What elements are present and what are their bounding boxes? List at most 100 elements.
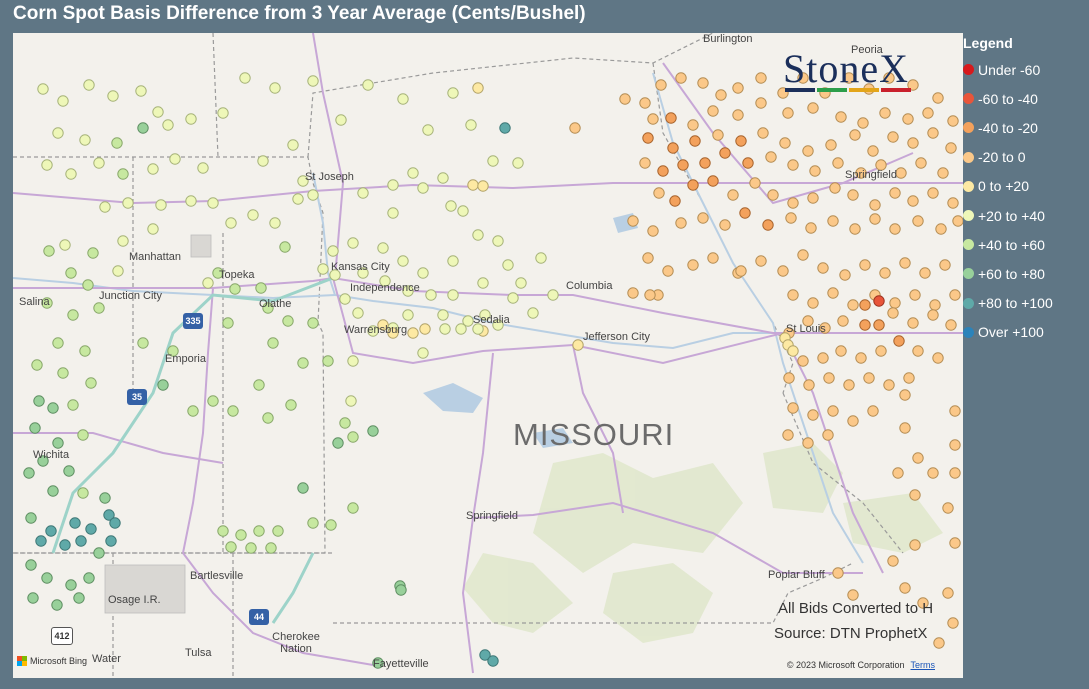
bing-attribution[interactable]: Microsoft Bing bbox=[17, 656, 87, 666]
bid-point[interactable] bbox=[847, 189, 859, 201]
bid-point[interactable] bbox=[257, 155, 269, 167]
bid-point[interactable] bbox=[327, 245, 339, 257]
bid-point[interactable] bbox=[675, 72, 687, 84]
bid-point[interactable] bbox=[839, 269, 851, 281]
bid-point[interactable] bbox=[93, 157, 105, 169]
bid-point[interactable] bbox=[707, 105, 719, 117]
bid-point[interactable] bbox=[909, 289, 921, 301]
bid-point[interactable] bbox=[527, 307, 539, 319]
bid-point[interactable] bbox=[287, 139, 299, 151]
bid-point[interactable] bbox=[942, 587, 954, 599]
bid-point[interactable] bbox=[952, 215, 963, 227]
bid-point[interactable] bbox=[939, 259, 951, 271]
bid-point[interactable] bbox=[909, 539, 921, 551]
bid-point[interactable] bbox=[715, 89, 727, 101]
bid-point[interactable] bbox=[422, 124, 434, 136]
bid-point[interactable] bbox=[57, 95, 69, 107]
bid-point[interactable] bbox=[402, 309, 414, 321]
bid-point[interactable] bbox=[777, 265, 789, 277]
bid-point[interactable] bbox=[397, 93, 409, 105]
bid-point[interactable] bbox=[297, 482, 309, 494]
bid-point[interactable] bbox=[245, 542, 257, 554]
bid-point[interactable] bbox=[325, 519, 337, 531]
bid-point[interactable] bbox=[889, 187, 901, 199]
bid-point[interactable] bbox=[735, 135, 747, 147]
bid-point[interactable] bbox=[535, 252, 547, 264]
bid-point[interactable] bbox=[335, 114, 347, 126]
bid-point[interactable] bbox=[912, 345, 924, 357]
bid-point[interactable] bbox=[947, 197, 959, 209]
bid-point[interactable] bbox=[719, 219, 731, 231]
bid-point[interactable] bbox=[662, 265, 674, 277]
bid-point[interactable] bbox=[895, 167, 907, 179]
bid-point[interactable] bbox=[59, 239, 71, 251]
bid-point[interactable] bbox=[809, 165, 821, 177]
bid-point[interactable] bbox=[803, 379, 815, 391]
bid-point[interactable] bbox=[677, 159, 689, 171]
bid-point[interactable] bbox=[665, 112, 677, 124]
bid-point[interactable] bbox=[162, 119, 174, 131]
bid-point[interactable] bbox=[755, 72, 767, 84]
bid-point[interactable] bbox=[847, 299, 859, 311]
bid-point[interactable] bbox=[33, 395, 45, 407]
bid-point[interactable] bbox=[779, 137, 791, 149]
bid-point[interactable] bbox=[849, 223, 861, 235]
bid-point[interactable] bbox=[719, 147, 731, 159]
bid-point[interactable] bbox=[569, 122, 581, 134]
legend-item[interactable]: +20 to +40 bbox=[963, 201, 1087, 230]
bid-point[interactable] bbox=[229, 283, 241, 295]
bid-point[interactable] bbox=[367, 425, 379, 437]
bid-point[interactable] bbox=[797, 249, 809, 261]
bid-point[interactable] bbox=[23, 467, 35, 479]
bid-point[interactable] bbox=[222, 317, 234, 329]
bid-point[interactable] bbox=[155, 199, 167, 211]
bid-point[interactable] bbox=[407, 167, 419, 179]
legend-item[interactable]: +60 to +80 bbox=[963, 259, 1087, 288]
bid-point[interactable] bbox=[835, 111, 847, 123]
bid-point[interactable] bbox=[85, 523, 97, 535]
bid-point[interactable] bbox=[467, 179, 479, 191]
bid-point[interactable] bbox=[647, 113, 659, 125]
bid-point[interactable] bbox=[863, 372, 875, 384]
bid-point[interactable] bbox=[41, 572, 53, 584]
bid-point[interactable] bbox=[417, 182, 429, 194]
bid-point[interactable] bbox=[147, 223, 159, 235]
bid-point[interactable] bbox=[867, 405, 879, 417]
bid-point[interactable] bbox=[317, 263, 329, 275]
bid-point[interactable] bbox=[827, 287, 839, 299]
bid-point[interactable] bbox=[929, 299, 941, 311]
bid-point[interactable] bbox=[387, 207, 399, 219]
bid-point[interactable] bbox=[77, 429, 89, 441]
bid-point[interactable] bbox=[873, 319, 885, 331]
bid-point[interactable] bbox=[712, 129, 724, 141]
bid-point[interactable] bbox=[109, 517, 121, 529]
bid-point[interactable] bbox=[932, 92, 944, 104]
bid-point[interactable] bbox=[307, 189, 319, 201]
bid-point[interactable] bbox=[307, 317, 319, 329]
bid-point[interactable] bbox=[265, 542, 277, 554]
bid-point[interactable] bbox=[875, 345, 887, 357]
bid-point[interactable] bbox=[644, 289, 656, 301]
bid-point[interactable] bbox=[887, 555, 899, 567]
bid-point[interactable] bbox=[499, 122, 511, 134]
bid-point[interactable] bbox=[867, 145, 879, 157]
terms-link[interactable]: Terms bbox=[911, 660, 936, 670]
bid-point[interactable] bbox=[825, 139, 837, 151]
bid-point[interactable] bbox=[832, 567, 844, 579]
bid-point[interactable] bbox=[653, 187, 665, 199]
bid-point[interactable] bbox=[65, 168, 77, 180]
bid-point[interactable] bbox=[99, 201, 111, 213]
bid-point[interactable] bbox=[472, 82, 484, 94]
bid-point[interactable] bbox=[942, 502, 954, 514]
bid-point[interactable] bbox=[255, 282, 267, 294]
bid-point[interactable] bbox=[657, 165, 669, 177]
bid-point[interactable] bbox=[903, 372, 915, 384]
bid-point[interactable] bbox=[93, 302, 105, 314]
bid-point[interactable] bbox=[785, 212, 797, 224]
bid-point[interactable] bbox=[25, 512, 37, 524]
bid-point[interactable] bbox=[419, 323, 431, 335]
bid-point[interactable] bbox=[52, 337, 64, 349]
bid-point[interactable] bbox=[655, 79, 667, 91]
bid-point[interactable] bbox=[697, 77, 709, 89]
bid-point[interactable] bbox=[35, 535, 47, 547]
